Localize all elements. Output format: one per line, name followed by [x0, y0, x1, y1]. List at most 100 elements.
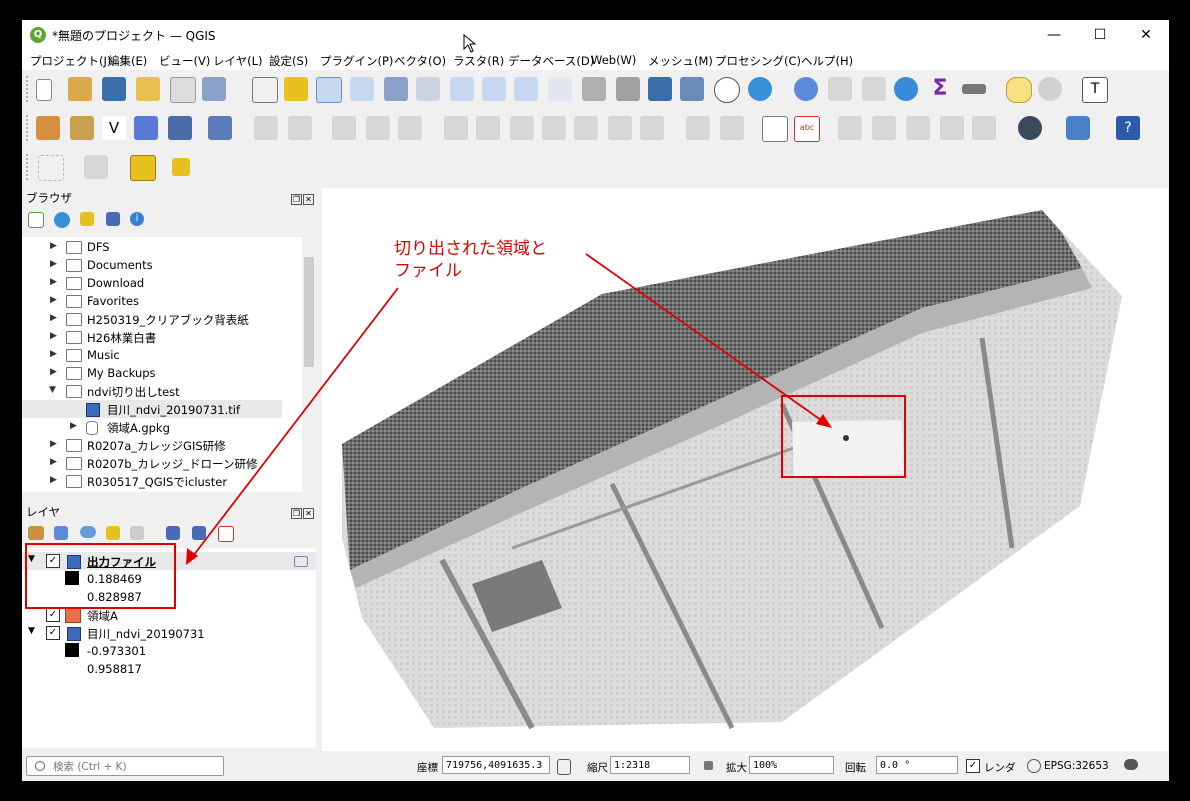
menu-project[interactable]: プロジェクト(J) [30, 53, 111, 69]
refresh-browser-icon[interactable] [54, 212, 70, 228]
zoom-last-icon[interactable] [514, 77, 538, 101]
manage-visibility-eye-icon[interactable] [80, 526, 96, 538]
tree-item-selected[interactable]: 目川_ndvi_20190731.tif [22, 400, 282, 418]
current-edits-icon[interactable] [254, 116, 278, 140]
maximize-button[interactable]: ☐ [1077, 20, 1123, 50]
temporal-controller-icon[interactable] [714, 77, 740, 103]
pin-labels-icon[interactable]: abc [794, 116, 820, 142]
new-spatial-bookmark-icon[interactable] [648, 77, 672, 101]
render-checkbox[interactable]: ✓ [966, 759, 980, 773]
menu-processing[interactable]: プロセシング(C) [715, 53, 801, 69]
minimize-button[interactable]: — [1031, 20, 1077, 50]
collapse-all-layers-icon[interactable] [192, 526, 206, 540]
toolbar-grip[interactable] [26, 154, 32, 180]
add-group-icon[interactable] [54, 526, 68, 540]
delete-selected-icon[interactable] [476, 116, 500, 140]
python-console-icon[interactable] [1066, 116, 1090, 140]
toolbar-grip[interactable] [26, 76, 32, 102]
zoom-in-icon[interactable] [316, 77, 342, 103]
tree-item[interactable]: ▶ H26林業白書 [22, 328, 302, 346]
open-attribute-table-icon[interactable] [828, 77, 852, 101]
save-edits-icon[interactable] [332, 116, 356, 140]
tree-item[interactable]: ▼ ndvi切り出しtest [22, 382, 302, 400]
vertex-tool-icon[interactable] [398, 116, 422, 140]
tree-item[interactable]: ▶ H250319_クリアブック背表紙 [22, 310, 302, 328]
open-layer-styling-icon[interactable] [28, 526, 44, 540]
chevron-right-icon[interactable]: ▶ [50, 295, 57, 305]
expand-all-icon[interactable] [166, 526, 180, 540]
paste-features-icon[interactable] [574, 116, 598, 140]
select-by-location-icon[interactable] [172, 158, 190, 176]
filter-by-expression-icon[interactable] [130, 526, 144, 540]
tree-item[interactable]: ▶ Documents [22, 256, 302, 274]
globe-plugin-icon[interactable] [1018, 116, 1042, 140]
coordinate-field[interactable]: 719756,4091635.3 [442, 756, 550, 774]
show-bookmarks-icon[interactable] [680, 77, 704, 101]
chevron-right-icon[interactable]: ▶ [50, 367, 57, 377]
lock-scale-icon[interactable] [704, 761, 713, 770]
chevron-right-icon[interactable]: ▶ [50, 439, 57, 449]
tree-item[interactable]: ▶ Download [22, 274, 302, 292]
tree-item[interactable]: ▶ Favorites [22, 292, 302, 310]
new-project-icon[interactable] [36, 79, 52, 101]
chevron-right-icon[interactable]: ▶ [50, 331, 57, 341]
toolbar-grip[interactable] [26, 115, 32, 141]
zoom-out-icon[interactable] [350, 77, 374, 101]
new-geopackage-layer-icon[interactable] [70, 116, 94, 140]
open-project-icon[interactable] [68, 77, 92, 101]
chevron-right-icon[interactable]: ▶ [50, 313, 57, 323]
label-properties-icon[interactable] [972, 116, 996, 140]
text-annotation-icon[interactable]: T [1082, 77, 1108, 103]
move-label-icon[interactable] [872, 116, 896, 140]
filter-browser-icon[interactable] [80, 212, 94, 226]
toggle-editing-icon[interactable] [288, 116, 312, 140]
map-tips-icon[interactable] [1006, 77, 1032, 103]
menu-help[interactable]: ヘルプ(H) [801, 53, 853, 69]
cut-features-icon[interactable] [510, 116, 534, 140]
layer-labeling-icon[interactable] [720, 116, 744, 140]
field-calculator-icon[interactable] [862, 77, 886, 101]
tree-item[interactable]: ▶ Music [22, 346, 302, 364]
chevron-down-icon[interactable]: ▼ [28, 626, 35, 636]
digitize-icon[interactable] [208, 116, 232, 140]
filter-legend-icon[interactable] [106, 526, 120, 540]
highlight-labels-icon[interactable] [762, 116, 788, 142]
tree-item[interactable]: ▶ 領域A.gpkg [22, 418, 302, 436]
chevron-right-icon[interactable]: ▶ [50, 241, 57, 251]
tree-item[interactable]: ▶ DFS [22, 238, 302, 256]
zoom-native-resolution-icon[interactable] [482, 77, 506, 101]
data-source-manager-icon[interactable] [36, 116, 60, 140]
scrollbar-thumb[interactable] [304, 257, 314, 367]
zoom-next-icon[interactable] [548, 77, 572, 101]
show-hide-labels-icon[interactable] [838, 116, 862, 140]
layer-row-ndvi[interactable]: ▼ ✓ 目川_ndvi_20190731 [22, 624, 316, 642]
menu-raster[interactable]: ラスタ(R) [453, 53, 504, 69]
add-selected-layers-icon[interactable] [28, 212, 44, 228]
chevron-right-icon[interactable]: ▶ [50, 475, 57, 485]
menu-web[interactable]: Web(W) [591, 53, 636, 67]
browser-scrollbar[interactable] [302, 237, 316, 492]
scale-field[interactable]: 1:2318 [610, 756, 690, 774]
chevron-right-icon[interactable]: ▶ [70, 421, 77, 431]
tree-item[interactable]: ▶ My Backups [22, 364, 302, 382]
new-print-layout-icon[interactable] [136, 77, 160, 101]
tree-item[interactable]: ▶ R0207b_カレッジ_ドローン研修 [22, 454, 302, 472]
style-manager-icon[interactable] [202, 77, 226, 101]
modify-attributes-icon[interactable] [444, 116, 468, 140]
float-panel-icon[interactable]: ❐ [291, 194, 302, 205]
identify-features-icon[interactable] [794, 77, 818, 101]
change-label-icon[interactable] [940, 116, 964, 140]
layer-indicator-icon[interactable] [294, 556, 308, 567]
layout-manager-icon[interactable] [170, 77, 196, 103]
pan-to-selection-icon[interactable] [284, 77, 308, 101]
settings-gear-icon[interactable] [1038, 77, 1062, 101]
save-project-icon[interactable] [102, 77, 126, 101]
chevron-right-icon[interactable]: ▶ [50, 349, 57, 359]
copy-features-icon[interactable] [542, 116, 566, 140]
new-map-view-icon[interactable] [582, 77, 606, 101]
menu-plugins[interactable]: プラグイン(P) [320, 53, 393, 69]
statistical-summary-icon[interactable]: Σ [928, 77, 952, 101]
new-3d-map-view-icon[interactable] [616, 77, 640, 101]
rotation-field[interactable]: 0.0 ° [876, 756, 958, 774]
menu-mesh[interactable]: メッシュ(M) [648, 53, 713, 69]
